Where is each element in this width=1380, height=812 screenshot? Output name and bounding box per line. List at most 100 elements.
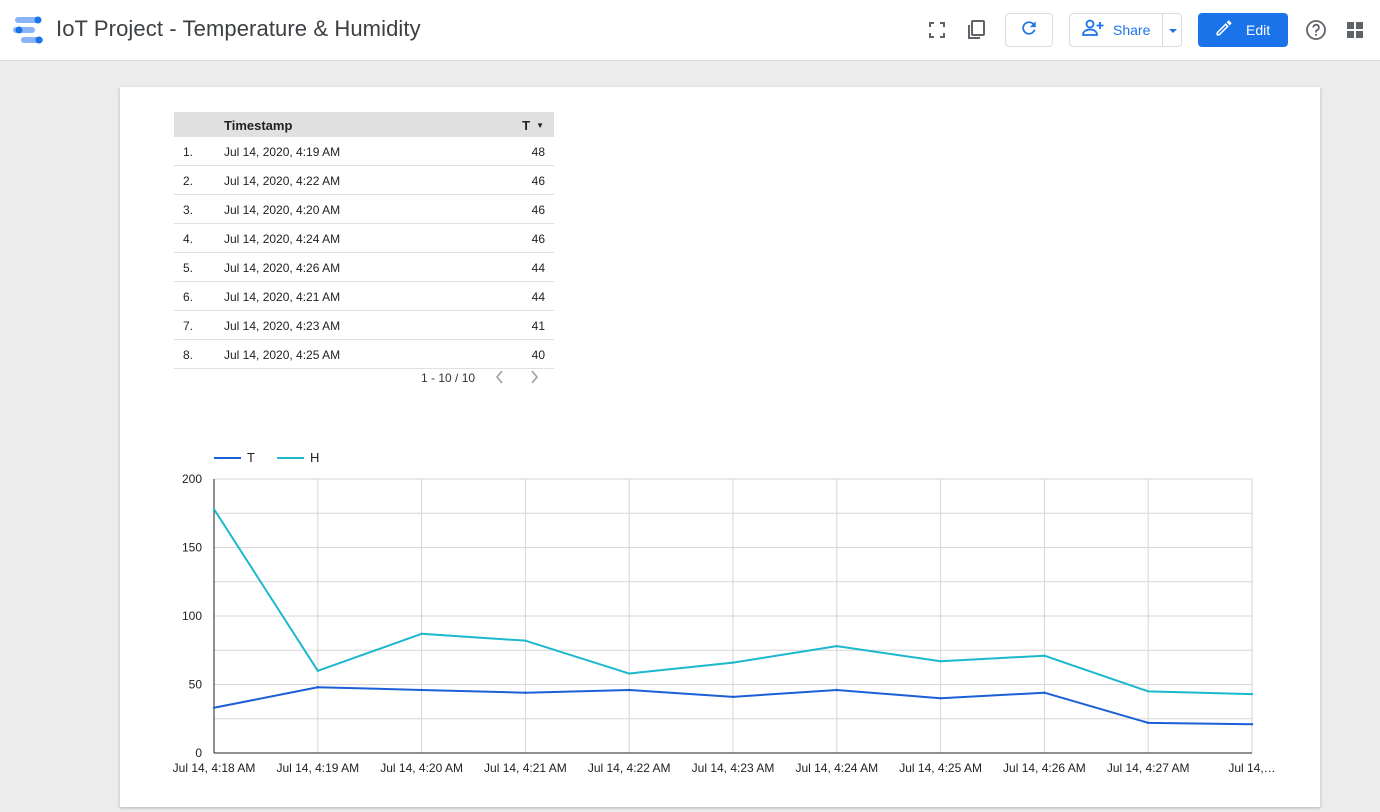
caret-down-icon	[1168, 21, 1178, 39]
y-tick-label: 200	[182, 472, 202, 486]
chevron-right-icon[interactable]	[530, 369, 540, 388]
data-point-H	[1250, 692, 1254, 696]
row-timestamp: Jul 14, 2020, 4:26 AM	[224, 261, 341, 275]
line-chart-svg: 0 50 100 150 200 Jul 14, 4:18 AM Jul 14, 4:19 …	[173, 450, 1276, 775]
share-button[interactable]: Share	[1070, 14, 1162, 46]
y-tick-label: 100	[182, 609, 202, 623]
x-tick-label: Jul 14, 4:24 AM	[795, 761, 878, 775]
table-row[interactable]: 4. Jul 14, 2020, 4:24 AM 46	[174, 224, 554, 253]
row-timestamp: Jul 14, 2020, 4:24 AM	[224, 232, 341, 246]
table-row[interactable]: 3. Jul 14, 2020, 4:20 AM 46	[174, 195, 554, 224]
data-point-H	[524, 639, 527, 642]
row-index: 7.	[183, 319, 194, 333]
data-point-T	[939, 697, 942, 700]
row-index: 6.	[183, 290, 194, 304]
row-timestamp: Jul 14, 2020, 4:23 AM	[224, 319, 341, 333]
row-t-value: 44	[531, 290, 545, 304]
edit-label: Edit	[1246, 22, 1271, 38]
row-t-value: 46	[531, 232, 545, 246]
legend-label-T: T	[247, 450, 255, 465]
data-table: Timestamp T ▼ 1. Jul 14, 2020, 4:19 AM 48 2…	[174, 112, 554, 369]
x-tick-label: Jul 14, 4:25 AM	[899, 761, 982, 775]
x-tick-label: Jul 14, 4:20 AM	[380, 761, 463, 775]
refresh-button[interactable]	[1005, 13, 1053, 47]
data-studio-logo-icon[interactable]	[13, 15, 45, 45]
chevron-left-icon[interactable]	[494, 369, 504, 388]
column-header-t-label: T	[522, 118, 531, 133]
row-index: 1.	[183, 145, 194, 159]
data-point-T	[628, 688, 631, 692]
row-index: 4.	[183, 232, 194, 246]
edit-button[interactable]: Edit	[1198, 13, 1288, 47]
pagination-range: 1 - 10 / 10	[421, 371, 476, 385]
row-t-value: 48	[531, 145, 545, 159]
table-body: 1. Jul 14, 2020, 4:19 AM 48 2. Jul 14, 2020,…	[174, 137, 554, 369]
refresh-icon	[1019, 18, 1039, 43]
x-tick-label: Jul 14, 4:19 AM	[276, 761, 359, 775]
legend-label-H: H	[310, 450, 319, 465]
copy-icon[interactable]	[962, 16, 990, 44]
x-tick-label: Jul 14, 4:27 AM	[1107, 761, 1190, 775]
row-index: 8.	[183, 348, 194, 362]
report-canvas: Timestamp T ▼ 1. Jul 14, 2020, 4:19 AM 48 2…	[120, 87, 1320, 807]
row-t-value: 46	[531, 203, 545, 217]
row-timestamp: Jul 14, 2020, 4:20 AM	[224, 203, 341, 217]
table-row[interactable]: 2. Jul 14, 2020, 4:22 AM 46	[174, 166, 554, 195]
row-t-value: 40	[531, 348, 545, 362]
data-point-T	[1043, 691, 1046, 694]
row-timestamp: Jul 14, 2020, 4:19 AM	[224, 145, 341, 159]
data-point-H	[212, 507, 216, 511]
x-tick-label: Jul 14, 4:18 AM	[173, 761, 256, 775]
table-row[interactable]: 8. Jul 14, 2020, 4:25 AM 40	[174, 340, 554, 369]
y-tick-label: 50	[189, 678, 203, 692]
data-point-H	[316, 669, 319, 672]
x-tick-label: Jul 14, 4:22 AM	[588, 761, 671, 775]
data-point-H	[939, 660, 942, 663]
data-point-H	[835, 644, 838, 648]
share-dropdown-button[interactable]	[1163, 14, 1182, 46]
y-tick-label: 0	[195, 746, 202, 760]
table-row[interactable]: 1. Jul 14, 2020, 4:19 AM 48	[174, 137, 554, 166]
apps-grid-icon[interactable]	[1341, 16, 1369, 44]
row-t-value: 46	[531, 174, 545, 188]
data-point-T	[212, 706, 216, 709]
time-series-chart: 0 50 100 150 200 Jul 14, 4:18 AM Jul 14, 4:19 …	[120, 437, 1320, 807]
column-header-timestamp[interactable]: Timestamp	[224, 118, 292, 133]
row-index: 5.	[183, 261, 194, 275]
data-point-T	[1147, 721, 1150, 725]
row-t-value: 41	[531, 319, 545, 333]
row-timestamp: Jul 14, 2020, 4:22 AM	[224, 174, 341, 188]
row-t-value: 44	[531, 261, 545, 275]
sort-desc-icon: ▼	[536, 121, 544, 130]
x-tick-label: Jul 14,…	[1228, 761, 1275, 775]
x-tick-label: Jul 14, 4:21 AM	[484, 761, 567, 775]
data-point-H	[420, 632, 423, 636]
x-tick-label: Jul 14, 4:23 AM	[692, 761, 775, 775]
share-button-group: Share	[1069, 13, 1182, 47]
data-point-H	[1043, 654, 1046, 657]
row-timestamp: Jul 14, 2020, 4:21 AM	[224, 290, 341, 304]
column-header-t[interactable]: T ▼	[522, 118, 544, 133]
y-tick-label: 150	[182, 541, 202, 555]
pencil-icon	[1214, 18, 1234, 43]
add-person-icon	[1081, 19, 1105, 42]
data-point-T	[731, 695, 735, 699]
report-title[interactable]: IoT Project - Temperature & Humidity	[56, 16, 421, 42]
data-point-H	[1147, 690, 1150, 693]
table-pagination: 1 - 10 / 10	[174, 369, 554, 389]
table-header: Timestamp T ▼	[174, 112, 554, 137]
help-icon[interactable]	[1302, 16, 1330, 44]
fullscreen-icon[interactable]	[923, 16, 951, 44]
x-tick-label: Jul 14, 4:26 AM	[1003, 761, 1086, 775]
data-point-T	[316, 686, 319, 689]
data-point-H	[731, 661, 735, 664]
table-row[interactable]: 6. Jul 14, 2020, 4:21 AM 44	[174, 282, 554, 311]
top-bar: IoT Project - Temperature & Humidity Sha…	[0, 0, 1380, 61]
table-row[interactable]: 7. Jul 14, 2020, 4:23 AM 41	[174, 311, 554, 340]
share-label: Share	[1113, 22, 1151, 38]
data-point-T	[835, 688, 838, 692]
row-index: 2.	[183, 174, 194, 188]
row-index: 3.	[183, 203, 194, 217]
table-row[interactable]: 5. Jul 14, 2020, 4:26 AM 44	[174, 253, 554, 282]
row-timestamp: Jul 14, 2020, 4:25 AM	[224, 348, 341, 362]
